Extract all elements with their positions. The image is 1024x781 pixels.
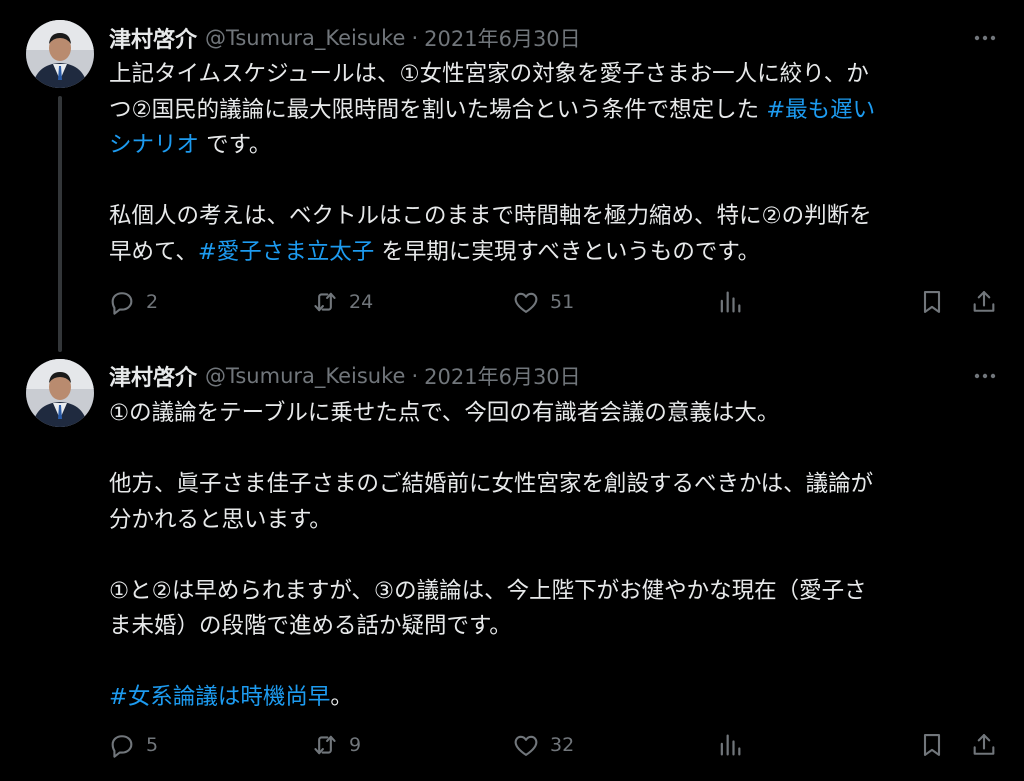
reply-button[interactable]: 2 [108, 287, 158, 317]
separator-dot: · [411, 364, 419, 388]
text-segment: 他方、眞子さま佳子さまのご結婚前に女性宮家を創設するべきかは、議論が [109, 471, 874, 497]
tweet-text-line: シナリオ です。 [109, 128, 994, 164]
text-segment: 私個人の考えは、ベクトルはこのままで時間軸を極力縮め、特に②の判断を [109, 203, 872, 229]
tweet-header: 津村啓介 @Tsumura_Keisuke · 2021年6月30日 [109, 361, 581, 391]
hashtag-link[interactable]: #最も遅い [766, 97, 875, 123]
bookmark-icon [923, 291, 941, 313]
text-segment: ま未婚）の段階で進める話か疑問です。 [109, 613, 512, 639]
tweet-text-line: 私個人の考えは、ベクトルはこのままで時間軸を極力縮め、特に②の判断を [109, 199, 994, 235]
text-segment: 。 [330, 684, 353, 710]
like-button[interactable]: 32 [512, 730, 574, 760]
tweet-text-line: つ②国民的議論に最大限時間を割いた場合という条件で想定した #最も遅い [109, 93, 994, 129]
retweet-button[interactable]: 24 [311, 287, 373, 317]
tweet-text-line: 早めて、#愛子さま立太子 を早期に実現すべきというものです。 [109, 235, 994, 271]
share-button[interactable] [970, 287, 998, 317]
like-icon [514, 735, 538, 756]
text-segment: 早めて、 [109, 238, 198, 265]
tweet[interactable]: 津村啓介 @Tsumura_Keisuke · 2021年6月30日 上記タイム… [0, 0, 1024, 352]
views-icon [720, 291, 741, 313]
share-icon [973, 291, 995, 312]
more-icon[interactable] [972, 25, 998, 51]
share-icon [973, 734, 995, 755]
reply-icon [111, 735, 133, 758]
bookmark-button[interactable] [918, 287, 946, 317]
reply-button[interactable]: 5 [108, 730, 158, 760]
author-handle[interactable]: @Tsumura_Keisuke [205, 364, 405, 388]
like-count: 51 [550, 291, 575, 313]
text-segment: です。 [199, 132, 272, 158]
views-icon [720, 734, 741, 756]
tweet[interactable]: 津村啓介 @Tsumura_Keisuke · 2021年6月30日 ①の議論を… [0, 350, 1024, 781]
tweet-actions: 5 9 32 [108, 730, 1000, 760]
bookmark-button[interactable] [918, 730, 946, 760]
reply-count: 5 [146, 734, 159, 756]
tweet-text-line: 上記タイムスケジュールは、①女性宮家の対象を愛子さまお一人に絞り、か [109, 57, 994, 93]
tweet-text-line: 分かれると思います。 [109, 503, 994, 539]
share-button[interactable] [970, 730, 998, 760]
views-button[interactable] [716, 730, 744, 760]
text-segment: を早期に実現すべきというものです。 [374, 238, 761, 265]
like-icon [514, 292, 538, 313]
tweet-text-line: ①の議論をテーブルに乗せた点で、今回の有識者会議の意義は大。 [109, 396, 994, 432]
bookmark-icon [923, 734, 941, 756]
avatar[interactable] [26, 359, 94, 427]
separator-dot: · [411, 26, 419, 50]
tweet-date[interactable]: 2021年6月30日 [424, 23, 581, 53]
tweet-actions: 2 24 51 [108, 287, 1000, 317]
reply-icon [111, 292, 133, 315]
reply-count: 2 [146, 291, 159, 313]
tweet-text-line: ま未婚）の段階で進める話か疑問です。 [109, 609, 994, 645]
text-segment: 分かれると思います。 [109, 506, 332, 533]
retweet-count: 24 [349, 291, 374, 313]
tweet-text-line: 他方、眞子さま佳子さまのご結婚前に女性宮家を創設するべきかは、議論が [109, 467, 994, 503]
tweet-text-line: ①と②は早められますが、③の議論は、今上陛下がお健やかな現在（愛子さ [109, 574, 994, 610]
avatar[interactable] [26, 20, 94, 88]
retweet-count: 9 [349, 734, 362, 756]
text-segment: 上記タイムスケジュールは、①女性宮家の対象を愛子さまお一人に絞り、か [109, 61, 869, 87]
tweet-date[interactable]: 2021年6月30日 [424, 361, 581, 391]
author-name[interactable]: 津村啓介 [109, 22, 197, 54]
author-name[interactable]: 津村啓介 [109, 360, 197, 392]
tweet-text: 上記タイムスケジュールは、①女性宮家の対象を愛子さまお一人に絞り、か つ②国民的議… [109, 57, 994, 270]
retweet-button[interactable]: 9 [311, 730, 361, 760]
hashtag-link[interactable]: シナリオ [109, 132, 199, 158]
thread-connector-line [58, 96, 62, 352]
retweet-icon [314, 735, 336, 755]
hashtag-link[interactable]: #愛子さま立太子 [198, 239, 374, 265]
tweet-text: ①の議論をテーブルに乗せた点で、今回の有識者会議の意義は大。他方、眞子さま佳子さ… [109, 396, 994, 716]
text-segment: つ②国民的議論に最大限時間を割いた場合という条件で想定した [109, 96, 767, 123]
like-count: 32 [550, 734, 575, 756]
views-button[interactable] [716, 287, 744, 317]
tweet-header: 津村啓介 @Tsumura_Keisuke · 2021年6月30日 [109, 23, 581, 53]
author-handle[interactable]: @Tsumura_Keisuke [205, 26, 405, 50]
text-segment: ①と②は早められますが、③の議論は、今上陛下がお健やかな現在（愛子さ [109, 577, 867, 604]
text-segment: ①の議論をテーブルに乗せた点で、今回の有識者会議の意義は大。 [109, 400, 780, 426]
more-icon[interactable] [972, 363, 998, 389]
tweet-text-line: #女系論議は時機尚早。 [109, 680, 994, 716]
hashtag-link[interactable]: #女系論議は時機尚早 [109, 684, 330, 710]
like-button[interactable]: 51 [512, 287, 574, 317]
retweet-icon [314, 292, 336, 312]
